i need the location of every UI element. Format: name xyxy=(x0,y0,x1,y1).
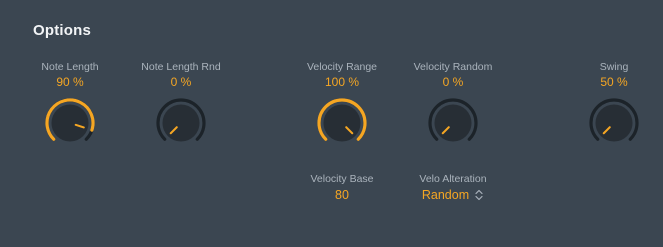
knob-face xyxy=(51,104,89,142)
note-length-rnd-knob[interactable] xyxy=(154,96,208,150)
velocity-range-value: 100 % xyxy=(324,75,360,89)
options-panel: Options Note Length 90 % Note Length Rnd… xyxy=(0,0,663,247)
knob-graphic xyxy=(45,98,95,142)
panel-title: Options xyxy=(33,22,92,39)
note-length-control: Note Length 90 % xyxy=(10,61,130,89)
note-length-rnd-label: Note Length Rnd xyxy=(141,61,221,73)
swing-control: Swing 50 % xyxy=(554,61,663,89)
velocity-base-control: Velocity Base 80 xyxy=(282,173,402,202)
velocity-base-label: Velocity Base xyxy=(310,173,374,185)
note-length-rnd-control: Note Length Rnd 0 % xyxy=(121,61,241,89)
velocity-random-knob[interactable] xyxy=(426,96,480,150)
swing-value: 50 % xyxy=(600,75,628,89)
velo-alteration-control: Velo Alteration Random xyxy=(393,173,513,202)
velo-alteration-popup[interactable]: Random xyxy=(422,188,484,202)
knob-face xyxy=(162,104,200,142)
note-length-rnd-value: 0 % xyxy=(170,75,192,89)
knob-face xyxy=(595,104,633,142)
swing-knob[interactable] xyxy=(587,96,641,150)
updown-chevron-icon xyxy=(474,189,484,201)
knob-graphic xyxy=(589,98,639,142)
knob-graphic xyxy=(428,98,478,142)
velocity-range-label: Velocity Range xyxy=(306,61,378,73)
velo-alteration-label: Velo Alteration xyxy=(419,173,487,185)
knob-face xyxy=(434,104,472,142)
velo-alteration-value: Random xyxy=(421,188,470,202)
velocity-base-value[interactable]: 80 xyxy=(282,188,402,202)
velocity-random-value: 0 % xyxy=(442,75,464,89)
velocity-random-control: Velocity Random 0 % xyxy=(393,61,513,89)
note-length-knob[interactable] xyxy=(43,96,97,150)
note-length-value: 90 % xyxy=(56,75,84,89)
swing-label: Swing xyxy=(599,61,629,73)
note-length-label: Note Length xyxy=(41,61,99,73)
velocity-range-control: Velocity Range 100 % xyxy=(282,61,402,89)
velocity-random-label: Velocity Random xyxy=(413,61,493,73)
knob-graphic xyxy=(317,98,367,142)
velocity-range-knob[interactable] xyxy=(315,96,369,150)
knob-face xyxy=(323,104,361,142)
knob-graphic xyxy=(156,98,206,142)
